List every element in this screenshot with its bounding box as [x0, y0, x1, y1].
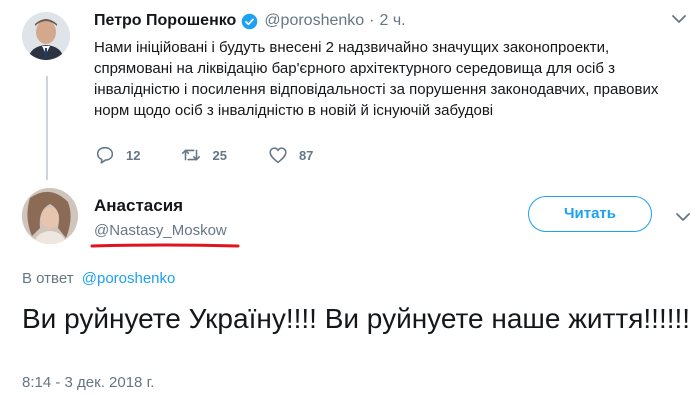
author-name[interactable]: Анастасия	[94, 196, 183, 216]
chevron-down-icon[interactable]	[676, 212, 690, 222]
red-underline-annotation	[90, 243, 240, 248]
separator-dot: ·	[369, 12, 375, 29]
tweet-text: Нами ініційовані і будуть внесені 2 надз…	[94, 39, 659, 119]
chevron-down-icon[interactable]	[672, 14, 686, 24]
retweet-count: 25	[212, 147, 227, 163]
tweet-time[interactable]: 2 ч.	[380, 10, 406, 32]
follow-button[interactable]: Читать	[528, 196, 652, 232]
tweet-timestamp[interactable]: 8:14 - 3 дек. 2018 г.	[22, 374, 154, 391]
avatar[interactable]	[22, 12, 70, 60]
reply-context: В ответ @poroshenko	[22, 270, 175, 287]
avatar[interactable]	[22, 188, 78, 244]
verified-icon	[242, 13, 258, 29]
reply-to-link[interactable]: @poroshenko	[82, 270, 176, 287]
like-button[interactable]: 87	[267, 144, 313, 166]
retweet-icon	[182, 149, 201, 161]
like-count: 87	[298, 147, 314, 163]
author-name[interactable]: Петро Порошенко	[94, 10, 236, 32]
thread-connector-line	[46, 76, 48, 180]
reply-button[interactable]: 12	[94, 144, 140, 166]
author-handle[interactable]: @Nastasy_Moskow	[94, 222, 227, 239]
retweet-button[interactable]: 25	[180, 144, 227, 166]
reply-icon	[96, 146, 114, 164]
tweet-actions: 12 25 87	[94, 144, 353, 166]
tweet-header: Петро Порошенко @poroshenko · 2 ч.	[94, 10, 694, 32]
reply-prefix: В ответ	[22, 270, 74, 287]
tweet-text: Ви руйнуете Україну!!!! Ви руйнуете наше…	[22, 303, 691, 334]
reply-count: 12	[126, 147, 141, 163]
avatar-portrait	[22, 12, 70, 60]
tweet-original: Петро Порошенко @poroshenko · 2 ч. Нами …	[94, 10, 694, 121]
like-icon	[269, 147, 287, 164]
author-handle[interactable]: @poroshenko	[264, 10, 364, 32]
avatar-portrait	[22, 188, 78, 244]
